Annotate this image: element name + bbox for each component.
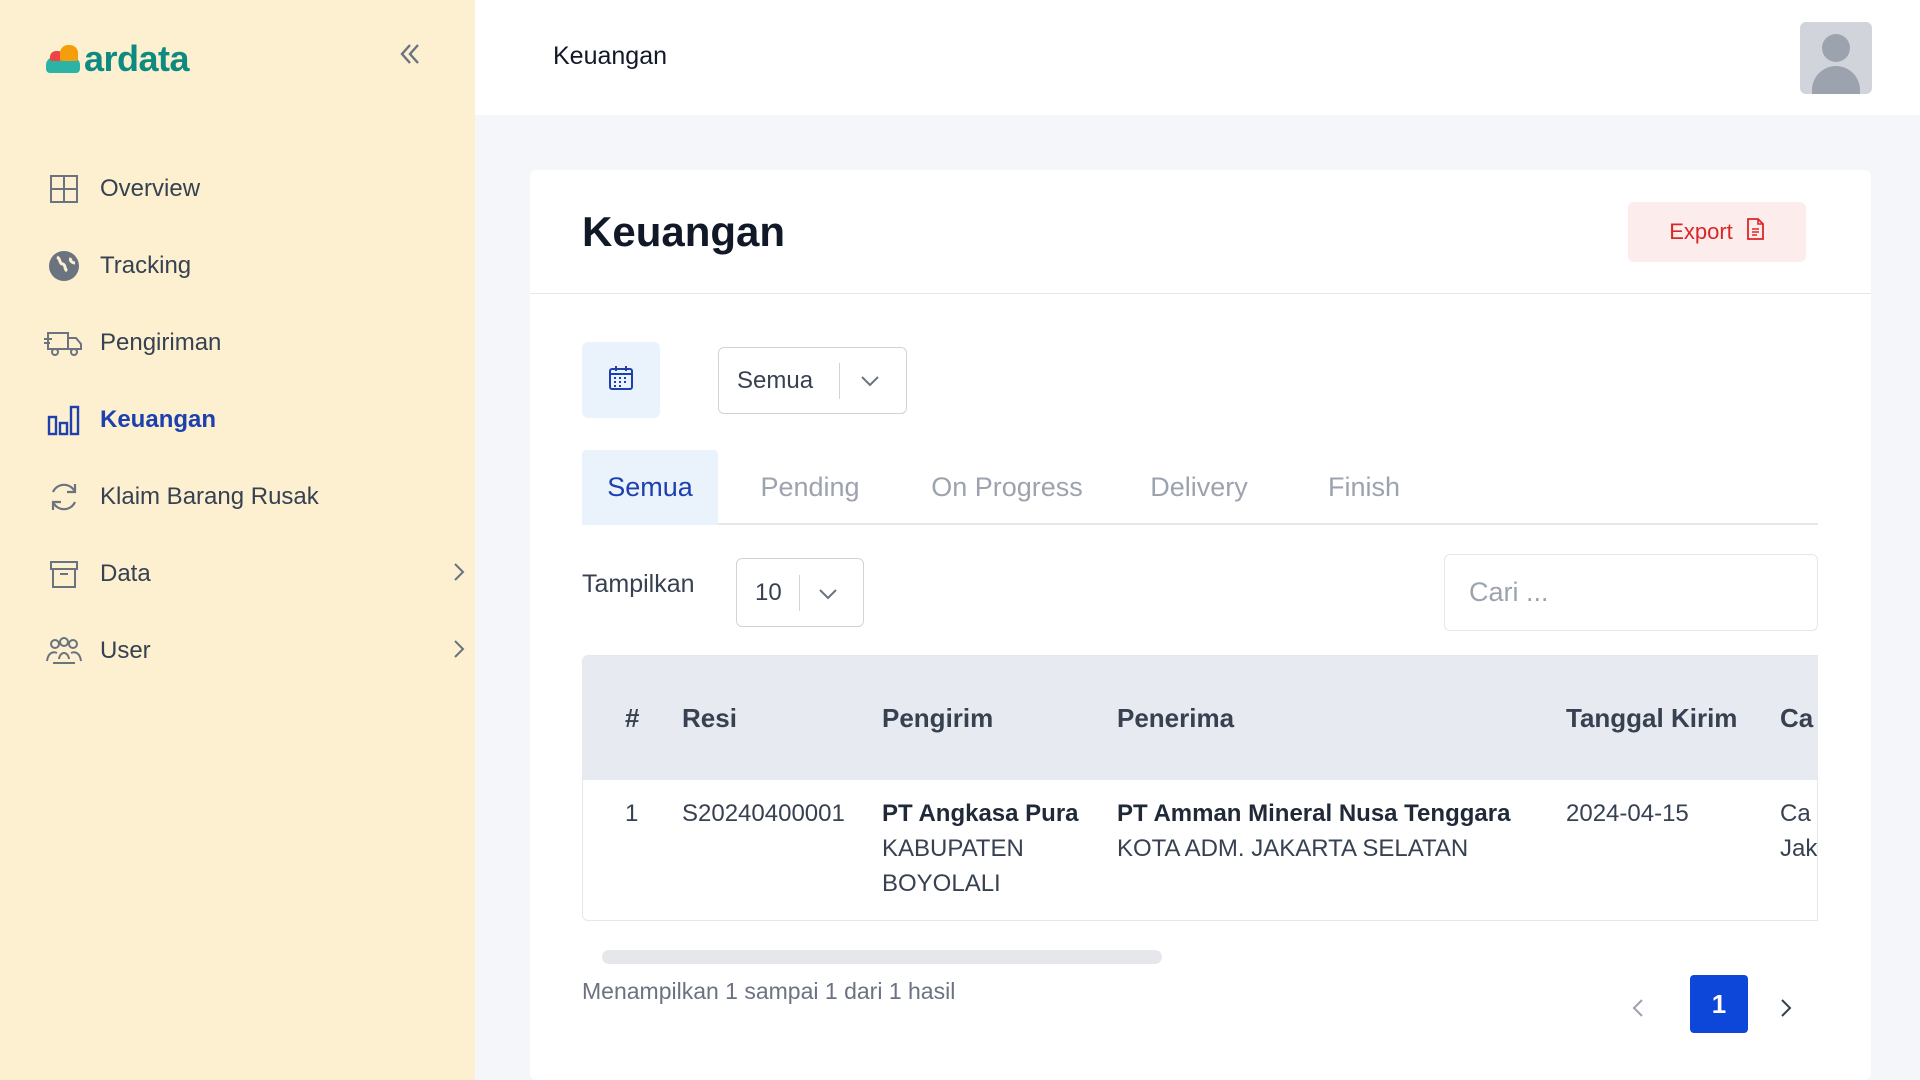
cell-tanggal-kirim: 2024-04-15 <box>1566 800 1689 827</box>
export-button[interactable]: Export <box>1628 202 1806 262</box>
table-horizontal-scrollbar[interactable] <box>582 950 1818 964</box>
chevron-right-icon[interactable] <box>1778 996 1794 1025</box>
status-filter-select[interactable]: Semua <box>718 347 907 414</box>
page-button-1[interactable]: 1 <box>1690 975 1748 1033</box>
export-label: Export <box>1669 219 1733 244</box>
refresh-icon <box>44 477 84 517</box>
calendar-icon <box>607 364 635 397</box>
column-header-pengirim[interactable]: Pengirim <box>882 656 993 780</box>
avatar[interactable] <box>1800 22 1872 94</box>
page-breadcrumb-title: Keuangan <box>553 42 668 70</box>
tab-pending[interactable]: Pending <box>730 450 890 525</box>
column-header-no[interactable]: # <box>625 656 639 780</box>
sidebar-item-keuangan[interactable]: Keuangan <box>44 381 444 458</box>
column-header-cabang[interactable]: Ca <box>1780 656 1813 780</box>
brand-logo[interactable]: ardata <box>46 38 190 80</box>
column-header-penerima[interactable]: Penerima <box>1117 656 1234 780</box>
chevron-down-icon <box>817 583 839 610</box>
table-header: # Resi Pengirim Penerima Tanggal Kirim C… <box>583 656 1817 780</box>
truck-icon <box>44 323 84 363</box>
tab-finish[interactable]: Finish <box>1294 450 1434 525</box>
column-header-tanggal-kirim[interactable]: Tanggal Kirim <box>1566 656 1737 780</box>
keuangan-card: Keuangan Export Semua Semua Pending On P… <box>530 170 1871 1080</box>
page-length-label: Tampilkan <box>582 570 695 598</box>
scrollbar-thumb[interactable] <box>602 950 1162 964</box>
sidebar-item-label: Klaim Barang Rusak <box>100 482 319 510</box>
cell-no: 1 <box>625 800 639 827</box>
column-header-resi[interactable]: Resi <box>682 656 737 780</box>
sidebar-item-pengiriman[interactable]: Pengiriman <box>44 304 444 381</box>
pengirim-city: KABUPATEN <box>882 835 1024 862</box>
cell-pengirim: PT Angkasa Pura KABUPATEN BOYOLALI <box>882 796 1079 901</box>
topbar: Keuangan <box>475 0 1920 115</box>
tab-semua[interactable]: Semua <box>582 450 718 525</box>
grid-icon <box>44 169 84 209</box>
sidebar-item-label: Overview <box>100 174 201 202</box>
penerima-city: KOTA ADM. JAKARTA SELATAN <box>1117 835 1469 862</box>
globe-icon <box>44 246 84 286</box>
search-input[interactable] <box>1444 554 1818 631</box>
tab-delivery[interactable]: Delivery <box>1124 450 1274 525</box>
sidebar-item-klaim[interactable]: Klaim Barang Rusak <box>44 458 444 535</box>
document-icon <box>1745 217 1765 247</box>
bar-chart-icon <box>44 400 84 440</box>
users-icon <box>44 631 84 671</box>
status-tabs: Semua Pending On Progress Delivery Finis… <box>582 450 1818 525</box>
cell-cabang: Ca Jak <box>1780 796 1817 866</box>
page-length-select[interactable]: 10 <box>736 558 864 627</box>
collapse-sidebar-icon[interactable] <box>392 38 428 74</box>
cabang-line2: Jak <box>1780 835 1818 862</box>
chevron-down-icon <box>859 370 881 397</box>
sidebar-item-label: Pengiriman <box>100 328 222 356</box>
sidebar-item-tracking[interactable]: Tracking <box>44 227 444 304</box>
status-filter-value: Semua <box>737 366 814 394</box>
page-length-value: 10 <box>755 578 782 606</box>
sidebar-item-label: Tracking <box>100 251 192 279</box>
logo-mark-icon <box>46 43 82 75</box>
pengirim-name: PT Angkasa Pura <box>882 800 1079 827</box>
brand-name: ardata <box>84 38 190 79</box>
sidebar: ardata Overview Tracking Pengiriman Keua… <box>0 0 475 1080</box>
keuangan-table: # Resi Pengirim Penerima Tanggal Kirim C… <box>582 655 1818 921</box>
sidebar-nav: Overview Tracking Pengiriman Keuangan Kl… <box>44 150 465 689</box>
penerima-name: PT Amman Mineral Nusa Tenggara <box>1117 800 1511 827</box>
chevron-right-icon <box>452 638 466 665</box>
archive-icon <box>44 554 84 594</box>
cabang-line1: Ca <box>1780 800 1811 827</box>
tab-on-progress[interactable]: On Progress <box>912 450 1102 525</box>
cell-penerima: PT Amman Mineral Nusa Tenggara KOTA ADM.… <box>1117 796 1510 866</box>
sidebar-item-data[interactable]: Data <box>44 535 465 612</box>
card-header: Keuangan Export <box>530 170 1871 294</box>
sidebar-item-user[interactable]: User <box>44 612 465 689</box>
sidebar-item-overview[interactable]: Overview <box>44 150 444 227</box>
sidebar-item-label: User <box>100 636 151 664</box>
chevron-left-icon[interactable] <box>1630 996 1646 1025</box>
sidebar-item-label: Data <box>100 559 151 587</box>
chevron-right-icon <box>452 561 466 588</box>
date-filter-button[interactable] <box>582 342 660 418</box>
cell-resi: S20240400001 <box>682 800 845 827</box>
page-title: Keuangan <box>582 208 786 255</box>
pengirim-city-line2: BOYOLALI <box>882 870 1001 897</box>
pagination-info: Menampilkan 1 sampai 1 dari 1 hasil <box>582 978 956 1004</box>
sidebar-item-label: Keuangan <box>100 405 217 433</box>
